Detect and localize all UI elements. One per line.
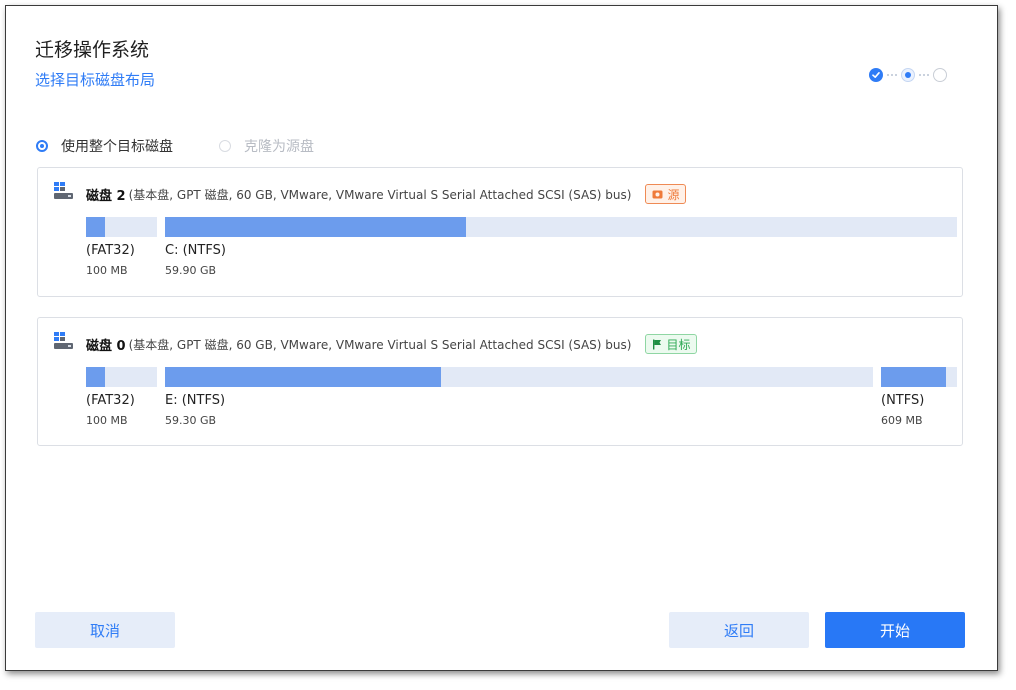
disk-header: 磁盘 2 (基本盘, GPT 磁盘, 60 GB, VMware, VMware… xyxy=(86,184,687,204)
disk-header: 磁盘 0 (基本盘, GPT 磁盘, 60 GB, VMware, VMware… xyxy=(86,334,698,354)
partition-bar[interactable] xyxy=(881,367,957,387)
partition-label: C: (NTFS) xyxy=(165,243,226,258)
hard-disk-icon xyxy=(54,182,73,199)
migrate-os-dialog: 迁移操作系统 选择目标磁盘布局 使用整个目标磁盘 克隆为源盘 磁盘 2 (基本盘… xyxy=(5,5,998,671)
partition-size: 100 MB xyxy=(86,414,128,427)
start-button[interactable]: 开始 xyxy=(825,612,965,648)
back-button[interactable]: 返回 xyxy=(669,612,809,648)
badge-label: 源 xyxy=(667,187,680,202)
step-indicator xyxy=(869,68,949,82)
radio-disabled xyxy=(219,140,231,152)
disk-name: 磁盘 0 xyxy=(86,338,126,354)
disk-info: (基本盘, GPT 磁盘, 60 GB, VMware, VMware Virt… xyxy=(128,187,632,202)
partition-bar[interactable] xyxy=(165,367,873,387)
partition-bar[interactable] xyxy=(86,367,157,387)
hard-disk-icon xyxy=(54,332,73,349)
partition-bar[interactable] xyxy=(86,217,157,237)
partition-size: 59.90 GB xyxy=(165,264,217,277)
source-disk-card[interactable]: 磁盘 2 (基本盘, GPT 磁盘, 60 GB, VMware, VMware… xyxy=(37,167,963,297)
partition-fill xyxy=(86,217,106,237)
partition-size: 100 MB xyxy=(86,264,128,277)
partition-fill xyxy=(86,367,106,387)
option-label: 克隆为源盘 xyxy=(244,139,314,155)
partition-size: 609 MB xyxy=(881,414,923,427)
step-connector xyxy=(919,74,929,76)
badge-label: 目标 xyxy=(666,337,691,352)
step-1-done-check-icon xyxy=(869,68,883,82)
option-clone-as-source: 克隆为源盘 xyxy=(219,137,314,155)
disk-info: (基本盘, GPT 磁盘, 60 GB, VMware, VMware Virt… xyxy=(128,337,632,352)
step-2-current xyxy=(901,68,915,82)
partition-label: (FAT32) xyxy=(86,393,135,408)
partition-fill xyxy=(165,217,466,237)
partition-bar[interactable] xyxy=(165,217,957,237)
target-badge: 目标 xyxy=(645,334,698,354)
partition-label: (FAT32) xyxy=(86,243,135,258)
source-disk-icon xyxy=(652,190,663,198)
step-3-pending xyxy=(933,68,947,82)
step-connector xyxy=(887,74,897,76)
dialog-title: 迁移操作系统 xyxy=(35,39,150,61)
cancel-button[interactable]: 取消 xyxy=(35,612,175,648)
radio-checked[interactable] xyxy=(36,140,48,152)
partition-label: (NTFS) xyxy=(881,393,925,408)
option-use-entire-disk[interactable]: 使用整个目标磁盘 xyxy=(36,137,173,155)
target-flag-icon xyxy=(653,339,662,349)
target-disk-card[interactable]: 磁盘 0 (基本盘, GPT 磁盘, 60 GB, VMware, VMware… xyxy=(37,317,963,446)
partition-label: E: (NTFS) xyxy=(165,393,226,408)
disk-name: 磁盘 2 xyxy=(86,188,126,204)
source-badge: 源 xyxy=(645,184,687,204)
dialog-subtitle: 选择目标磁盘布局 xyxy=(35,71,156,89)
partition-fill xyxy=(165,367,442,387)
option-label: 使用整个目标磁盘 xyxy=(61,139,173,155)
partition-fill xyxy=(881,367,946,387)
partition-size: 59.30 GB xyxy=(165,414,217,427)
